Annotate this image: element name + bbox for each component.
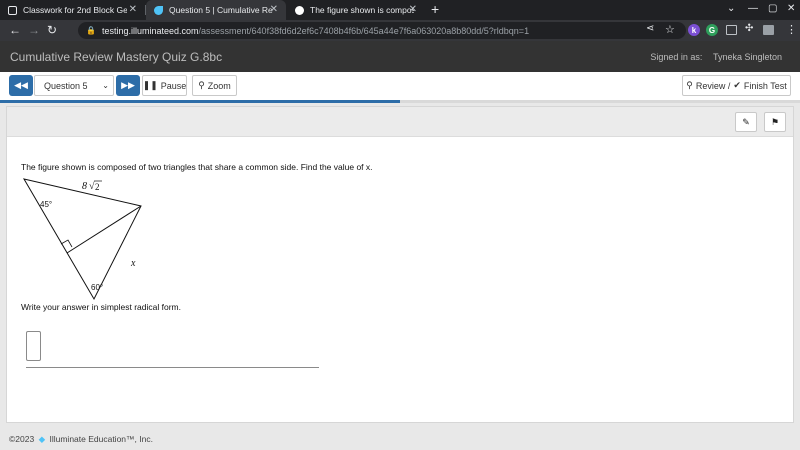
question-panel: ✎ ⚑ The figure shown is composed of two … (6, 106, 794, 423)
tab-title: Question 5 | Cumulative Review Mastery Q… (169, 5, 273, 15)
question-select-value: Question 5 (44, 80, 88, 91)
minimize-icon[interactable]: — (748, 3, 758, 14)
quiz-toolbar: ◀◀ Question 5 ⌄ ▶▶ ❚❚ Pause ⚲ Zoom ⚲ Rev… (0, 72, 800, 100)
grammarly-extension-icon[interactable]: G (706, 24, 718, 36)
signed-in-info: Signed in as: Tyneka Singleton (650, 52, 782, 62)
pause-label: Pause (160, 80, 187, 91)
browser-tab-classwork[interactable]: Classwork for 2nd Block Geometry ✕ (0, 0, 145, 20)
classroom-icon (8, 5, 17, 15)
forward-icon[interactable]: → (28, 23, 40, 37)
question-prompt: The figure shown is composed of two tria… (21, 162, 373, 172)
tab-search-icon[interactable]: ⌄ (727, 3, 735, 14)
app-header: Cumulative Review Mastery Quiz G.8bc Sig… (0, 41, 800, 72)
angle-label-45: 45° (40, 200, 52, 209)
kami-extension-icon[interactable]: k (688, 24, 700, 36)
share-icon[interactable]: ⋖ (646, 23, 654, 34)
next-question-button[interactable]: ▶▶ (116, 75, 140, 96)
quiz-progress-fill (0, 100, 400, 103)
browser-menu-icon[interactable]: ⋮ (786, 23, 797, 36)
question-select[interactable]: Question 5 ⌄ (34, 75, 114, 96)
question-panel-header: ✎ ⚑ (7, 107, 793, 137)
copyright-year: ©2023 (9, 434, 35, 444)
pause-button[interactable]: ❚❚ Pause (142, 75, 187, 96)
checkmark-icon: ✔ (733, 80, 741, 90)
triangle-figure: 8 √ 2 45° 60° x (22, 178, 142, 301)
flag-button[interactable]: ⚑ (764, 112, 786, 132)
google-icon (295, 5, 304, 15)
tab-title: The figure shown is composed of two tria… (310, 5, 414, 15)
unknown-x-label: x (130, 258, 136, 269)
illuminate-icon (154, 5, 163, 15)
pause-icon: ❚❚ (142, 80, 158, 90)
shared-side (66, 205, 142, 254)
back-icon[interactable]: ← (9, 23, 21, 37)
review-label: Review / (695, 80, 731, 91)
magnifier-icon: ⚲ (198, 80, 205, 90)
signed-in-label: Signed in as: (650, 52, 703, 62)
chevron-down-icon: ⌄ (102, 81, 109, 90)
rewind-icon: ◀◀ (14, 80, 28, 90)
address-bar[interactable]: 🔒 testing.illuminateed.com /assessment/6… (78, 22, 686, 39)
answer-instruction: Write your answer in simplest radical fo… (21, 302, 181, 312)
answer-divider (26, 367, 319, 368)
finish-label: Finish Test (743, 80, 787, 91)
quiz-progress-bar (0, 100, 800, 103)
page-footer: ©2023 ◆ Illuminate Education™, Inc. (9, 434, 153, 445)
new-tab-button[interactable]: + (431, 1, 439, 17)
quiz-title: Cumulative Review Mastery Quiz G.8bc (10, 50, 223, 64)
bookmark-star-icon[interactable]: ☆ (665, 23, 675, 36)
previous-question-button[interactable]: ◀◀ (9, 75, 33, 96)
reload-icon[interactable]: ↻ (47, 23, 57, 37)
side-panel-icon[interactable] (763, 25, 774, 35)
close-tab-icon[interactable]: ✕ (409, 4, 417, 15)
browser-tab-google[interactable]: The figure shown is composed of two tria… (287, 0, 425, 20)
company-name: Illuminate Education™, Inc. (49, 434, 153, 444)
outer-triangle (22, 178, 142, 301)
browser-toolbar: ← → ↻ 🔒 testing.illuminateed.com /assess… (0, 20, 800, 41)
answer-input[interactable] (26, 331, 41, 361)
side-label-coefficient: 8 (82, 181, 87, 192)
extensions-puzzle-icon[interactable]: ✣ (745, 23, 753, 34)
zoom-button[interactable]: ⚲ Zoom (192, 75, 237, 96)
maximize-icon[interactable]: ▢ (768, 3, 777, 14)
close-window-icon[interactable]: ✕ (787, 3, 795, 14)
browser-tab-question[interactable]: Question 5 | Cumulative Review Mastery Q… (146, 0, 286, 20)
side-label-radicand: 2 (95, 182, 100, 192)
edit-icon: ✎ (742, 116, 750, 127)
fast-forward-icon: ▶▶ (121, 80, 135, 90)
user-name: Tyneka Singleton (712, 52, 782, 62)
angle-label-60: 60° (91, 283, 103, 292)
flag-icon: ⚑ (770, 116, 780, 127)
lock-icon: 🔒 (86, 26, 96, 35)
cast-icon[interactable] (726, 25, 737, 35)
zoom-label: Zoom (207, 80, 231, 91)
review-finish-button[interactable]: ⚲ Review / ✔ Finish Test (682, 75, 791, 96)
address-path: /assessment/640f38fd6d2ef6c7408b4f6b/645… (198, 25, 530, 36)
tab-title: Classwork for 2nd Block Geometry (23, 5, 127, 15)
notes-button[interactable]: ✎ (735, 112, 757, 132)
browser-tab-strip: Classwork for 2nd Block Geometry ✕ Quest… (0, 0, 800, 20)
illuminate-logo-icon: ◆ (38, 434, 46, 444)
address-host: testing.illuminateed.com (101, 25, 199, 36)
close-tab-icon[interactable]: ✕ (270, 4, 278, 15)
magnifier-icon: ⚲ (686, 80, 693, 90)
close-tab-icon[interactable]: ✕ (129, 4, 137, 15)
